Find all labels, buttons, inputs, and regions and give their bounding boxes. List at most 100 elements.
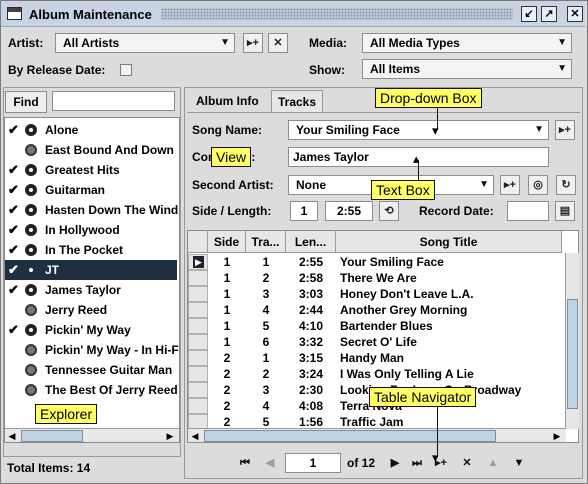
list-item[interactable]: Pickin' My Way - In Hi-Fi <box>5 340 179 360</box>
calendar-icon[interactable]: ▤ <box>555 201 575 221</box>
table-cell[interactable]: 2:58 <box>286 270 336 286</box>
row-header[interactable] <box>188 270 208 286</box>
tab-album-info[interactable]: Album Info <box>190 90 265 112</box>
table-cell[interactable]: 3:03 <box>286 286 336 302</box>
page-field[interactable]: 1 <box>285 453 341 473</box>
table-cell[interactable]: 2:55 <box>286 254 336 270</box>
list-item[interactable]: ✔ Alone <box>5 120 177 140</box>
list-item[interactable]: ✔ Greatest Hits <box>5 160 177 180</box>
table-cell[interactable]: 1 <box>208 302 246 318</box>
next-record-icon[interactable]: ▶ <box>387 455 403 471</box>
add-second-artist-button[interactable]: ▸+ <box>500 175 520 195</box>
table-cell[interactable]: Honey Don't Leave L.A. <box>340 286 562 302</box>
prev-record-icon[interactable]: ◀ <box>262 455 278 471</box>
table-cell[interactable]: 2 <box>246 270 286 286</box>
table-cell[interactable]: 3:15 <box>286 350 336 366</box>
clear-artist-button[interactable]: ✕ <box>268 33 288 53</box>
maximize-icon[interactable]: ↗ <box>541 6 557 22</box>
scroll-left-icon[interactable]: ◀ <box>188 429 202 442</box>
table-cell[interactable]: 1 <box>246 350 286 366</box>
table-cell[interactable]: 2 <box>208 366 246 382</box>
delete-record-icon[interactable]: ✕ <box>459 455 475 471</box>
table-cell[interactable]: Bartender Blues <box>340 318 562 334</box>
timer-icon[interactable]: ⟲ <box>379 201 399 221</box>
scroll-left-icon[interactable]: ◀ <box>5 429 19 442</box>
row-header[interactable] <box>188 382 208 398</box>
move-up-icon[interactable]: ▲ <box>485 455 501 471</box>
table-cell[interactable]: 6 <box>246 334 286 350</box>
add-artist-button[interactable]: ▸+ <box>243 33 263 53</box>
row-header[interactable] <box>188 366 208 382</box>
table-cell[interactable]: 1 <box>208 286 246 302</box>
show-dropdown[interactable]: All Items ▼ <box>362 59 572 79</box>
column-header-length[interactable]: Len... <box>286 231 336 253</box>
table-cell[interactable]: 1 <box>208 318 246 334</box>
close-icon[interactable]: ✕ <box>567 6 583 22</box>
table-cell[interactable]: 3:24 <box>286 366 336 382</box>
explorer-tree[interactable]: ✔ Alone East Bound And Down ✔ Greatest Hits ✔… <box>4 117 180 443</box>
scroll-thumb[interactable] <box>204 430 496 442</box>
table-cell[interactable]: 5 <box>246 318 286 334</box>
table-cell[interactable]: 1 <box>208 270 246 286</box>
table-cell[interactable]: 2:44 <box>286 302 336 318</box>
find-input[interactable] <box>52 91 175 111</box>
table-cell[interactable]: 4 <box>246 398 286 414</box>
table-cell[interactable]: 1 <box>208 334 246 350</box>
table-cell[interactable]: 2 <box>246 366 286 382</box>
song-name-dropdown[interactable]: Your Smiling Face ▼ <box>288 120 549 140</box>
list-item[interactable]: ✔ James Taylor <box>5 280 177 300</box>
table-cell[interactable]: 4:08 <box>286 398 336 414</box>
table-cell[interactable]: 1 <box>246 254 286 270</box>
tab-tracks[interactable]: Tracks <box>271 90 324 112</box>
length-field[interactable]: 2:55 <box>325 201 373 221</box>
list-item[interactable]: Tennessee Guitar Man <box>5 360 177 380</box>
refresh-icon[interactable]: ↻ <box>556 175 576 195</box>
row-header[interactable] <box>188 350 208 366</box>
table-cell[interactable]: 4:10 <box>286 318 336 334</box>
table-cell[interactable]: I Was Only Telling A Lie <box>340 366 562 382</box>
restore-icon[interactable]: ↙ <box>521 6 537 22</box>
title-bar[interactable]: Album Maintenance ↙ ↗ ✕ <box>1 1 585 27</box>
list-item[interactable]: ✔ Pickin' My Way <box>5 320 177 340</box>
table-vscrollbar[interactable] <box>565 253 579 429</box>
table-cell[interactable]: 3 <box>246 382 286 398</box>
explorer-hscrollbar[interactable]: ◀ ▶ <box>5 428 179 442</box>
multi-disc-icon[interactable]: ◎ <box>528 175 548 195</box>
row-header[interactable] <box>188 318 208 334</box>
list-item[interactable]: ✔ In Hollywood <box>5 220 177 240</box>
find-button[interactable]: Find <box>5 91 47 113</box>
column-header-track[interactable]: Tra... <box>246 231 286 253</box>
row-header[interactable] <box>188 286 208 302</box>
record-date-field[interactable] <box>507 201 549 221</box>
list-item[interactable]: ✔ In The Pocket <box>5 240 177 260</box>
release-date-checkbox[interactable] <box>120 64 132 76</box>
scroll-thumb[interactable] <box>21 430 83 442</box>
scroll-right-icon[interactable]: ▶ <box>550 429 564 442</box>
table-cell[interactable]: 4 <box>246 302 286 318</box>
side-field[interactable]: 1 <box>290 201 318 221</box>
media-dropdown[interactable]: All Media Types ▼ <box>362 33 572 53</box>
scroll-thumb[interactable] <box>567 299 578 409</box>
table-cell[interactable]: Secret O' Life <box>340 334 562 350</box>
current-row-indicator[interactable] <box>188 254 208 270</box>
list-item[interactable]: Jerry Reed <box>5 300 177 320</box>
list-item[interactable]: ✔ Hasten Down The Wind <box>5 200 178 220</box>
row-header[interactable] <box>188 398 208 414</box>
artist-dropdown[interactable]: All Artists ▼ <box>55 33 235 53</box>
row-header[interactable] <box>188 302 208 318</box>
list-item[interactable]: ✔ JT <box>5 260 177 280</box>
table-cell[interactable]: Handy Man <box>340 350 562 366</box>
table-cell[interactable]: 3:32 <box>286 334 336 350</box>
column-header-side[interactable]: Side <box>208 231 246 253</box>
table-cell[interactable]: Your Smiling Face <box>340 254 562 270</box>
table-cell[interactable]: Another Grey Morning <box>340 302 562 318</box>
column-header-song-title[interactable]: Song Title <box>336 231 562 253</box>
move-down-icon[interactable]: ▼ <box>511 455 527 471</box>
table-cell[interactable]: 3 <box>246 286 286 302</box>
tracks-table[interactable]: Side Tra... Len... Song Title 112:55Your… <box>187 230 579 443</box>
list-item[interactable]: ✔ Guitarman <box>5 180 177 200</box>
list-item[interactable]: The Best Of Jerry Reed <box>5 380 178 400</box>
table-cell[interactable]: 1 <box>208 254 246 270</box>
table-hscrollbar[interactable]: ◀ ▶ <box>188 428 566 442</box>
add-song-button[interactable]: ▸+ <box>555 120 575 140</box>
